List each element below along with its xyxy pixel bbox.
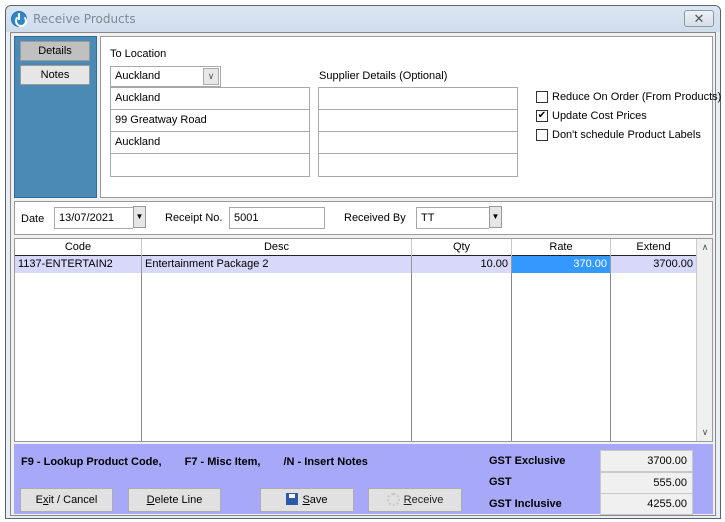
footer-panel: F9 - Lookup Product Code, F7 - Misc Item… bbox=[14, 444, 713, 515]
receive-products-window: Receive Products ✕ Details Notes To Loca… bbox=[5, 5, 721, 519]
grid-header: Code Desc Qty Rate Extend bbox=[15, 239, 697, 256]
column-header-qty[interactable]: Qty bbox=[412, 239, 512, 256]
receipt-header-panel: Date 13/07/2021 ▼ Receipt No. 5001 Recei… bbox=[14, 201, 713, 235]
hint-notes: /N - Insert Notes bbox=[283, 456, 368, 468]
address-line-4[interactable] bbox=[111, 154, 309, 176]
hint-f7: F7 - Misc Item, bbox=[184, 456, 261, 468]
supplier-line-4[interactable] bbox=[319, 154, 517, 176]
exit-cancel-button[interactable]: Exit / Cancel bbox=[20, 488, 113, 512]
supplier-details-box bbox=[318, 87, 518, 177]
column-divider bbox=[511, 273, 512, 441]
date-value: 13/07/2021 bbox=[59, 212, 115, 224]
received-by-label: Received By bbox=[344, 212, 406, 224]
exit-label-rest: it / Cancel bbox=[48, 494, 98, 506]
gst-exclusive-value: 3700.00 bbox=[600, 450, 693, 472]
window-title: Receive Products bbox=[33, 12, 136, 26]
tab-notes[interactable]: Notes bbox=[20, 65, 90, 85]
caret-down-icon[interactable]: ▼ bbox=[489, 206, 502, 228]
table-row[interactable]: 1137-ENTERTAIN2 Entertainment Package 2 … bbox=[15, 256, 697, 273]
gst-value: 555.00 bbox=[600, 472, 693, 494]
column-divider bbox=[610, 273, 611, 441]
delete-mnemonic: D bbox=[146, 494, 155, 506]
gst-inclusive-label: GST Inclusive bbox=[489, 498, 562, 510]
receipt-no-input[interactable]: 5001 bbox=[229, 207, 325, 229]
column-divider bbox=[411, 273, 412, 441]
scroll-up-icon[interactable]: ∧ bbox=[697, 242, 712, 253]
supplier-line-3[interactable] bbox=[319, 132, 517, 154]
cell-qty[interactable]: 10.00 bbox=[412, 256, 512, 273]
to-location-select[interactable]: Auckland ∨ bbox=[110, 66, 221, 87]
floppy-disk-icon bbox=[286, 493, 299, 505]
grid-vertical-scrollbar[interactable]: ∧ ∨ bbox=[696, 239, 712, 441]
column-header-code[interactable]: Code bbox=[15, 239, 142, 256]
receipt-no-value: 5001 bbox=[234, 212, 259, 224]
gst-exclusive-label: GST Exclusive bbox=[489, 455, 566, 467]
keyboard-hints: F9 - Lookup Product Code, F7 - Misc Item… bbox=[21, 456, 388, 468]
details-panel: To Location Auckland ∨ Auckland 99 Great… bbox=[100, 36, 721, 198]
scroll-down-icon[interactable]: ∨ bbox=[697, 427, 712, 438]
to-location-label: To Location bbox=[110, 48, 167, 60]
address-line-2[interactable]: 99 Greatway Road bbox=[111, 110, 309, 132]
received-by-select[interactable]: TT bbox=[416, 207, 490, 229]
save-label-rest: ave bbox=[309, 494, 328, 506]
hint-f9: F9 - Lookup Product Code, bbox=[21, 456, 162, 468]
column-divider bbox=[141, 273, 142, 441]
products-grid[interactable]: Code Desc Qty Rate Extend 1137-ENTERTAIN… bbox=[14, 238, 713, 442]
cell-desc[interactable]: Entertainment Package 2 bbox=[142, 256, 412, 273]
exit-label-part: E bbox=[35, 494, 43, 506]
reduce-on-order-checkbox[interactable] bbox=[536, 91, 548, 103]
column-header-rate[interactable]: Rate bbox=[512, 239, 611, 256]
side-tab-panel: Details Notes bbox=[14, 36, 97, 198]
address-line-1[interactable]: Auckland bbox=[111, 88, 309, 110]
received-by-value: TT bbox=[421, 212, 435, 224]
delete-label-rest: elete Line bbox=[154, 494, 203, 506]
update-cost-prices-checkbox[interactable]: ✔ bbox=[536, 110, 548, 122]
delete-line-button[interactable]: Delete Line bbox=[128, 488, 221, 512]
cell-extend[interactable]: 3700.00 bbox=[611, 256, 697, 273]
reduce-on-order-label: Reduce On Order (From Products) bbox=[552, 91, 722, 103]
update-cost-prices-label: Update Cost Prices bbox=[552, 110, 647, 122]
save-mnemonic: S bbox=[302, 494, 310, 506]
power-app-icon bbox=[11, 11, 27, 27]
cell-code[interactable]: 1137-ENTERTAIN2 bbox=[15, 256, 142, 273]
date-picker[interactable]: 13/07/2021 bbox=[54, 207, 134, 229]
chevron-down-icon[interactable]: ∨ bbox=[203, 68, 219, 85]
client-area: Details Notes To Location Auckland ∨ Auc… bbox=[10, 32, 721, 516]
date-label: Date bbox=[21, 213, 45, 225]
gst-inclusive-value: 4255.00 bbox=[600, 493, 693, 515]
tab-details[interactable]: Details bbox=[20, 41, 90, 61]
save-button[interactable]: Save bbox=[260, 488, 354, 512]
close-button[interactable]: ✕ bbox=[684, 10, 714, 27]
received-by-dropdown[interactable]: ▼ bbox=[489, 206, 502, 229]
column-header-extend[interactable]: Extend bbox=[611, 239, 697, 256]
title-bar: Receive Products ✕ bbox=[6, 6, 720, 32]
location-address-box: Auckland 99 Greatway Road Auckland bbox=[110, 87, 310, 177]
caret-down-icon[interactable]: ▼ bbox=[133, 206, 146, 228]
receive-label-rest: eceive bbox=[411, 494, 444, 506]
address-line-3[interactable]: Auckland bbox=[111, 132, 309, 154]
receive-button[interactable]: Receive bbox=[368, 488, 462, 512]
dont-schedule-labels-label: Don't schedule Product Labels bbox=[552, 129, 701, 141]
column-header-desc[interactable]: Desc bbox=[142, 239, 412, 256]
receive-mnemonic: R bbox=[403, 494, 412, 506]
date-dropdown[interactable]: ▼ bbox=[133, 206, 146, 229]
supplier-details-label: Supplier Details (Optional) bbox=[319, 70, 448, 82]
spinner-icon bbox=[386, 493, 400, 506]
dont-schedule-labels-checkbox[interactable] bbox=[536, 129, 548, 141]
to-location-value: Auckland bbox=[115, 70, 161, 82]
cell-rate[interactable]: 370.00 bbox=[512, 256, 611, 273]
supplier-line-1[interactable] bbox=[319, 88, 517, 110]
gst-label: GST bbox=[489, 476, 512, 488]
receipt-no-label: Receipt No. bbox=[165, 212, 223, 224]
supplier-line-2[interactable] bbox=[319, 110, 517, 132]
